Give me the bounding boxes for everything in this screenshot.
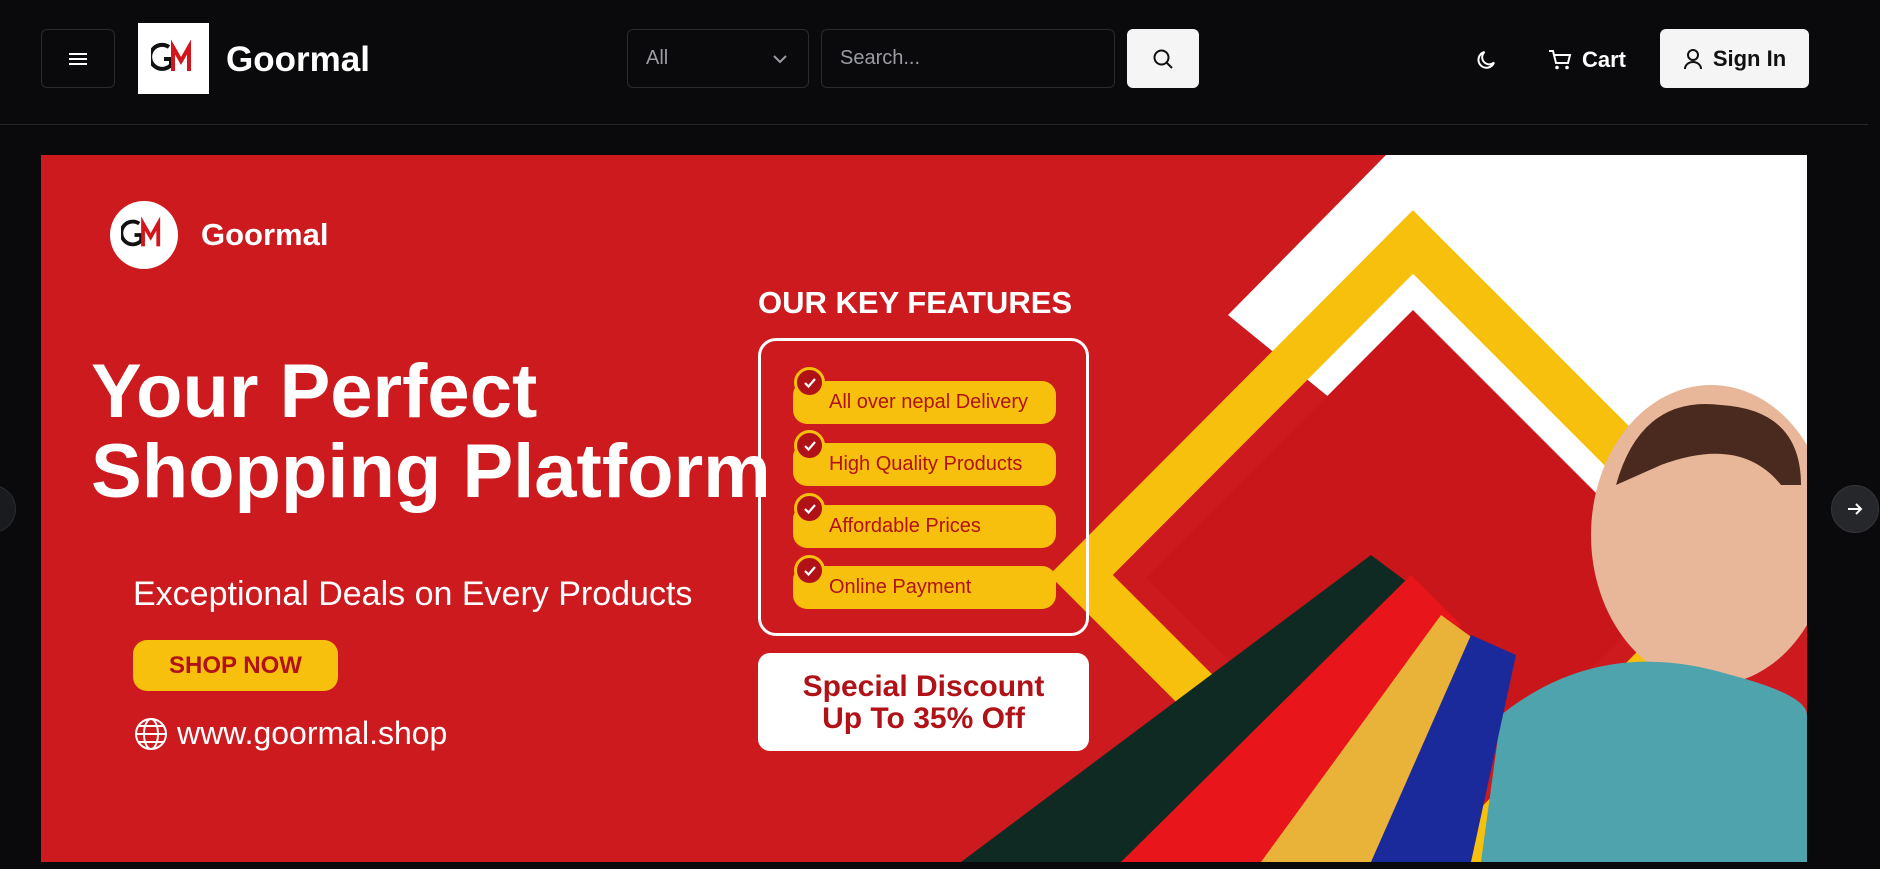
category-select[interactable]: All	[627, 29, 809, 88]
check-icon	[794, 493, 825, 524]
brand-name[interactable]: Goormal	[226, 38, 370, 82]
site-logo[interactable]	[138, 23, 209, 94]
top-navbar: Goormal All Cart Sign In	[0, 0, 1868, 125]
chevron-down-icon	[773, 55, 787, 64]
sign-in-label: Sign In	[1712, 45, 1787, 71]
category-selected-value: All	[646, 47, 669, 69]
cart-label: Cart	[1582, 47, 1627, 72]
gm-logo-mark	[121, 216, 161, 247]
search-button[interactable]	[1127, 29, 1199, 88]
feature-item: Online Payment	[793, 566, 1056, 609]
hamburger-icon	[69, 52, 87, 65]
discount-line-2: Up To 35% Off	[822, 702, 1025, 735]
search-icon	[1153, 49, 1173, 69]
banner-logo	[110, 201, 178, 269]
arrow-left-icon	[0, 500, 1, 518]
discount-badge: Special Discount Up To 35% Off	[758, 653, 1089, 751]
arrow-right-icon	[1848, 503, 1863, 515]
feature-item: Affordable Prices	[793, 505, 1056, 548]
banner-headline: Your Perfect Shopping Platform	[91, 352, 771, 512]
website-text: www.goormal.shop	[177, 715, 448, 751]
user-icon	[1683, 48, 1702, 69]
gm-logo-mark	[150, 38, 191, 71]
check-icon	[794, 555, 825, 586]
menu-button[interactable]	[41, 29, 115, 88]
website-link: www.goormal.shop	[133, 715, 447, 752]
sign-in-button[interactable]: Sign In	[1660, 29, 1809, 88]
features-title: OUR KEY FEATURES	[758, 285, 1073, 320]
feature-item: All over nepal Delivery	[793, 381, 1056, 424]
carousel-next-button[interactable]	[1831, 485, 1879, 533]
banner-brand-name: Goormal	[201, 217, 329, 252]
globe-icon	[135, 717, 167, 750]
moon-icon	[1477, 51, 1495, 69]
check-icon	[794, 367, 825, 398]
hero-banner[interactable]: Goormal Your Perfect Shopping Platform E…	[41, 155, 1807, 862]
shop-now-button[interactable]: SHOP NOW	[133, 640, 338, 691]
banner-subline: Exceptional Deals on Every Products	[133, 575, 693, 613]
carousel-prev-button[interactable]	[0, 485, 16, 533]
cart-icon	[1549, 50, 1572, 70]
headline-line-1: Your Perfect	[91, 349, 538, 434]
check-icon	[794, 430, 825, 461]
search-input[interactable]	[821, 29, 1115, 88]
feature-item: High Quality Products	[793, 443, 1056, 486]
theme-toggle-button[interactable]	[1465, 38, 1509, 82]
headline-line-2: Shopping Platform	[91, 429, 771, 514]
cart-button[interactable]: Cart	[1548, 38, 1626, 82]
discount-line-1: Special Discount	[802, 670, 1045, 703]
